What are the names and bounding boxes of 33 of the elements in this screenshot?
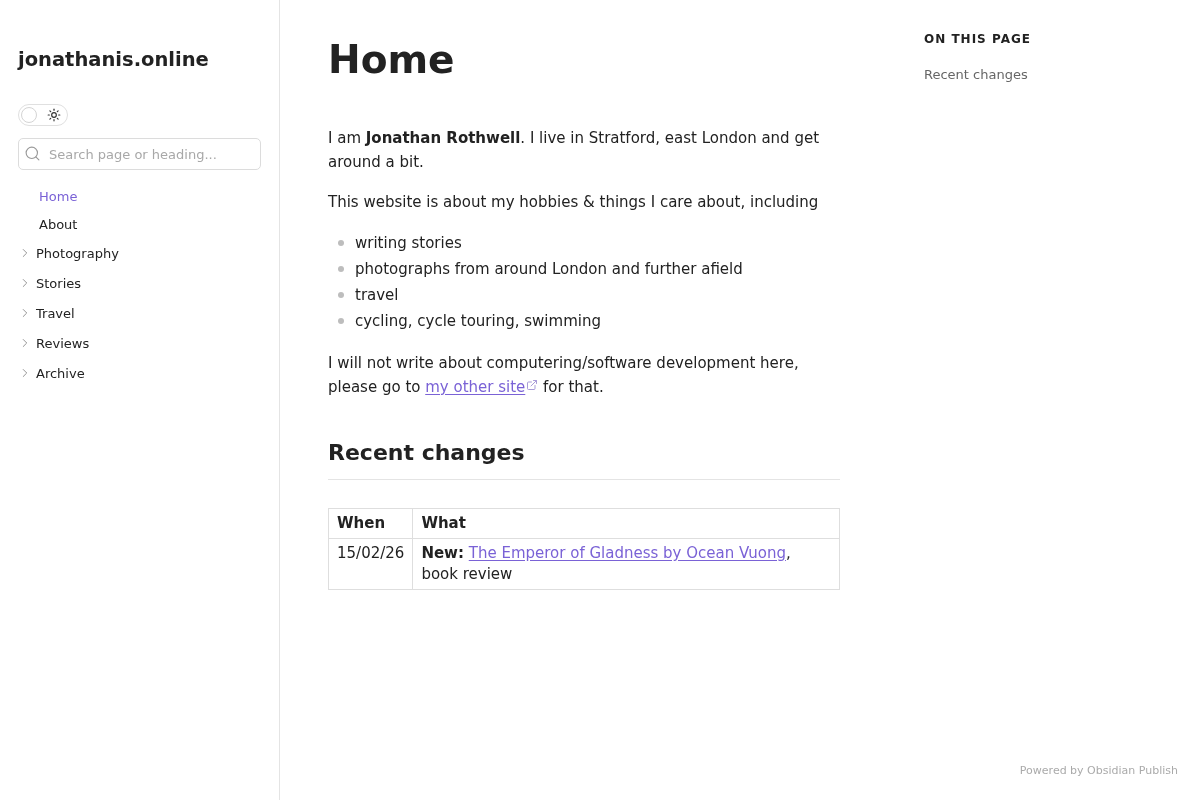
- table-header-cell: What: [412, 508, 840, 539]
- nav-item[interactable]: About: [18, 210, 78, 238]
- list-item: cycling, cycle touring, swimming: [355, 311, 601, 332]
- section-heading: Recent changes: [328, 437, 840, 480]
- paragraph: I will not write about computering/software development here, please go to my other site for that.: [328, 353, 800, 398]
- outline-heading: ON THIS PAGE: [924, 31, 1031, 48]
- bullet-icon: [338, 292, 344, 298]
- sun-icon: [47, 108, 61, 122]
- bullet-icon: [338, 266, 344, 272]
- nav-item[interactable]: Photography: [18, 238, 119, 268]
- search-icon: [24, 145, 41, 162]
- external-link-icon: [526, 379, 539, 391]
- search-field[interactable]: Search page or heading...: [18, 138, 261, 170]
- outline-item[interactable]: Recent changes: [924, 65, 1028, 85]
- bullet-icon: [338, 318, 344, 324]
- nav-item[interactable]: Stories: [18, 268, 82, 298]
- paragraph: I am Jonathan Rothwell. I live in Stratford, east London and get around a bit.: [328, 128, 821, 173]
- bullet-icon: [338, 240, 344, 246]
- list-item: travel: [355, 285, 399, 306]
- paragraph: This website is about my hobbies & things I care about, including: [328, 192, 820, 213]
- nav-item[interactable]: Home: [18, 182, 78, 210]
- list-item: photographs from around London and further afield: [355, 259, 743, 280]
- nav-item[interactable]: Archive: [18, 358, 85, 388]
- table-cell: New: The Emperor of Gladness by Ocean Vuong, book review: [412, 538, 840, 590]
- table-cell: 15/02/26: [328, 538, 413, 590]
- page-title: Home: [328, 36, 456, 84]
- review-link[interactable]: The Emperor of Gladness by Ocean Vuong: [468, 544, 786, 562]
- external-link[interactable]: my other site: [425, 378, 539, 396]
- table-header-cell: When: [328, 508, 413, 539]
- site-title: jonathanis.online: [18, 47, 209, 73]
- list-item: writing stories: [355, 233, 462, 254]
- nav-item[interactable]: Reviews: [18, 328, 90, 358]
- nav-item[interactable]: Travel: [18, 298, 75, 328]
